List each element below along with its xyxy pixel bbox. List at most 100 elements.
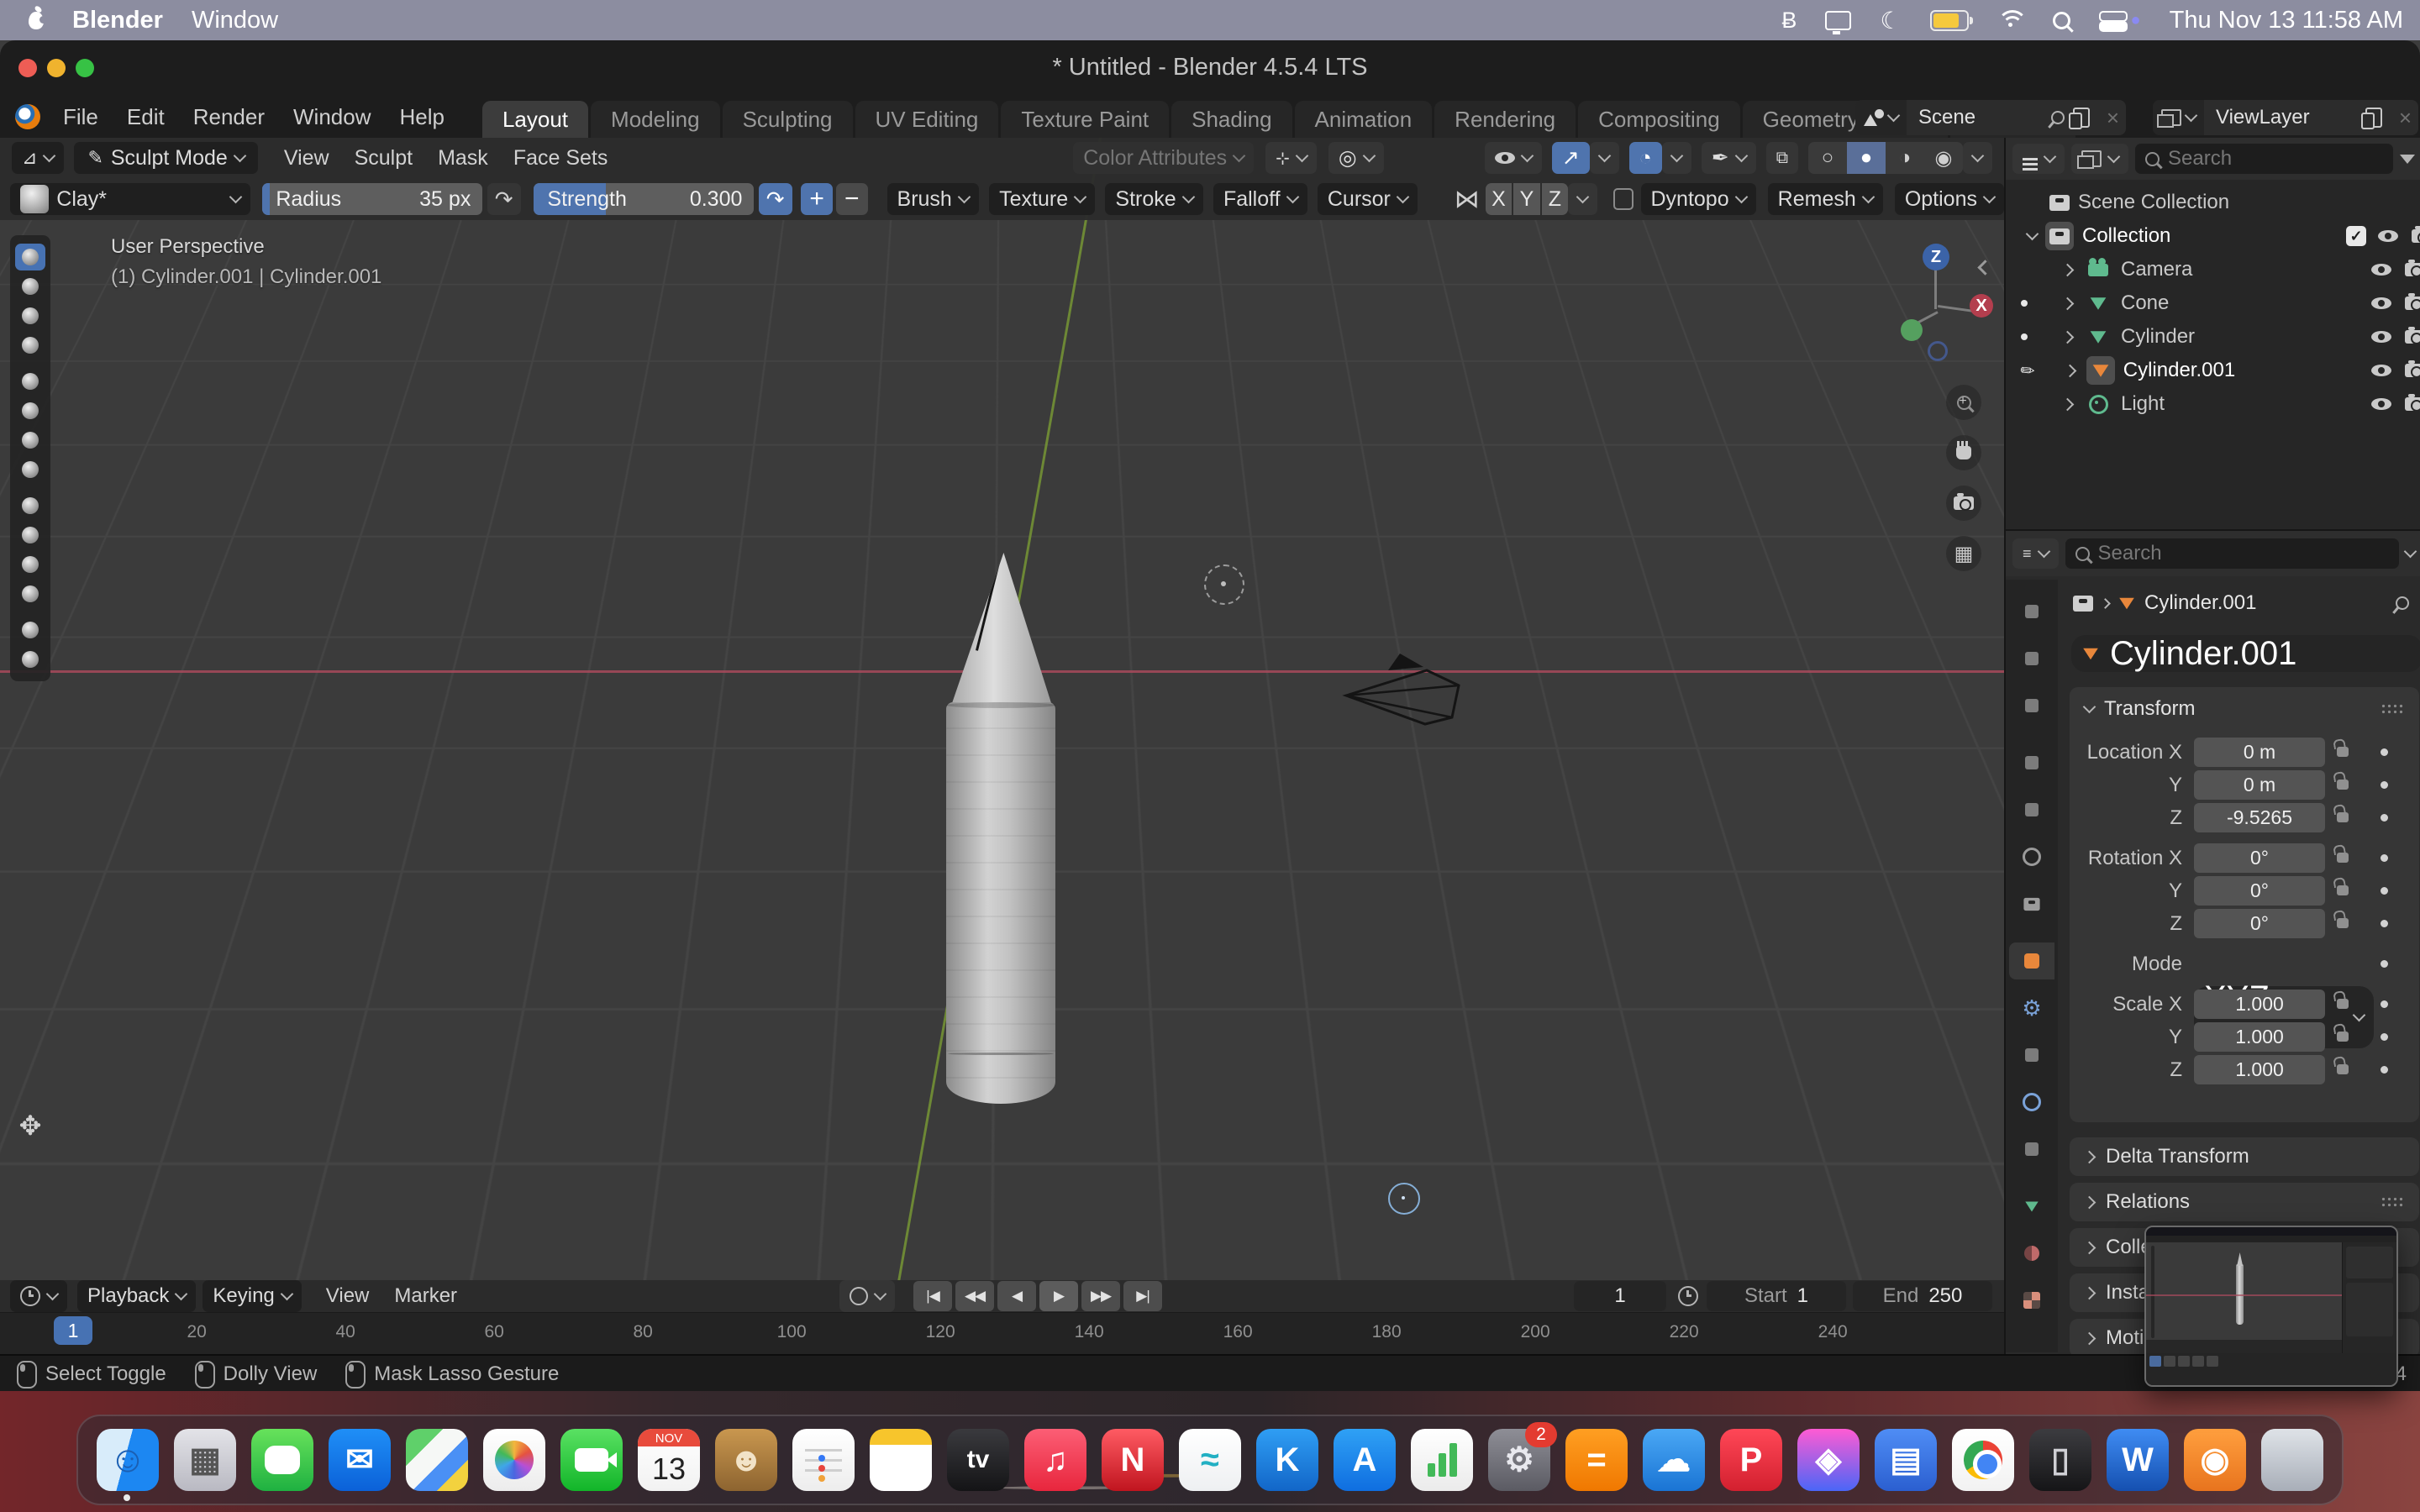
dock-notes[interactable] xyxy=(870,1429,932,1491)
dock-docs[interactable]: ▤ xyxy=(1875,1429,1937,1491)
falloff-panel-dropdown[interactable]: Falloff xyxy=(1213,183,1307,215)
overlays-toggle[interactable]: ◔ xyxy=(1629,142,1662,174)
subtract-direction-button[interactable]: − xyxy=(836,183,868,215)
dock-freeform[interactable]: ≈ xyxy=(1179,1429,1241,1491)
dock-mail[interactable]: ✉ xyxy=(329,1429,391,1491)
transform-title[interactable]: Transform xyxy=(2104,697,2195,721)
dock-photos[interactable] xyxy=(483,1429,545,1491)
wifi-icon[interactable] xyxy=(1997,10,2024,30)
dock-reminders[interactable] xyxy=(792,1429,855,1491)
visibility-eye-icon[interactable] xyxy=(2371,398,2391,410)
properties-tab-scene[interactable] xyxy=(2009,791,2054,828)
snap-widget[interactable]: ⊹ xyxy=(1265,142,1317,174)
dyntopo-dropdown[interactable]: Dyntopo xyxy=(1641,183,1756,215)
focus-moon-icon[interactable]: ☾ xyxy=(1880,7,1901,34)
dock-capture[interactable]: ▯ xyxy=(2029,1429,2091,1491)
dock-music[interactable]: ♫ xyxy=(1024,1429,1086,1491)
timeline-ruler[interactable]: 1 20406080100120140160180200220240 xyxy=(0,1312,2004,1355)
properties-tab-output[interactable] xyxy=(2009,687,2054,724)
gizmos-dropdown[interactable] xyxy=(1590,142,1619,174)
brush-panel-dropdown[interactable]: Brush xyxy=(887,183,979,215)
dock-calculator[interactable]: = xyxy=(1565,1429,1628,1491)
properties-tab-render[interactable] xyxy=(2009,640,2054,677)
render-visibility-icon[interactable] xyxy=(2405,330,2420,344)
transform-field-5[interactable]: 0° xyxy=(2194,909,2325,938)
properties-tab-object-data[interactable] xyxy=(2009,1188,2054,1225)
dock-settings[interactable]: ⚙2 xyxy=(1488,1429,1550,1491)
tool-flatten[interactable] xyxy=(15,492,45,519)
frame-start-field[interactable]: Start1 xyxy=(1707,1281,1846,1311)
dock-calendar[interactable]: NOV13 xyxy=(638,1429,700,1491)
lock-icon[interactable] xyxy=(2337,1064,2349,1074)
animate-dot[interactable] xyxy=(2381,748,2388,756)
menubar-clock[interactable]: Thu Nov 13 11:58 AM xyxy=(2170,7,2403,34)
animate-dot[interactable] xyxy=(2381,1000,2388,1008)
lock-icon[interactable] xyxy=(2337,999,2349,1009)
dock-launchpad[interactable]: ▦ xyxy=(174,1429,236,1491)
viewlayer-remove-icon[interactable]: × xyxy=(2392,105,2418,131)
properties-tab-material[interactable] xyxy=(2009,1235,2054,1272)
outliner-collection-row[interactable]: Collection✓ xyxy=(2006,220,2420,252)
menu-sculpt[interactable]: Sculpt xyxy=(342,146,425,171)
properties-tab-tool[interactable] xyxy=(2009,593,2054,630)
gizmo-minus-z-axis[interactable] xyxy=(1928,341,1948,361)
tab-texture-paint[interactable]: Texture Paint xyxy=(1001,101,1169,138)
timeline-view-menu[interactable]: View xyxy=(313,1284,382,1308)
gizmo-z-axis[interactable]: Z xyxy=(1923,244,1949,270)
timeline-editor-button[interactable] xyxy=(10,1280,67,1312)
menu-file[interactable]: File xyxy=(49,104,113,130)
dock-facetime[interactable] xyxy=(560,1429,623,1491)
gizmos-toggle[interactable]: ↗ xyxy=(1552,142,1590,174)
proportional-edit-widget[interactable]: ◎ xyxy=(1328,142,1384,174)
transform-field-4[interactable]: 0° xyxy=(2194,876,2325,906)
menu-mask[interactable]: Mask xyxy=(425,146,501,171)
menubar-window-menu[interactable]: Window xyxy=(192,7,278,34)
lock-icon[interactable] xyxy=(2337,747,2349,757)
properties-tab-world[interactable] xyxy=(2009,838,2054,875)
properties-editor-button[interactable]: ≡ xyxy=(2012,538,2059,569)
dock-word[interactable]: W xyxy=(2107,1429,2169,1491)
outliner-filter-icon[interactable] xyxy=(2400,155,2415,164)
properties-tab-constraints[interactable] xyxy=(2009,1131,2054,1168)
animate-dot[interactable] xyxy=(2381,1033,2388,1041)
keying-menu[interactable]: Keying xyxy=(203,1280,301,1312)
tool-layer[interactable] xyxy=(15,368,45,395)
dock-netflix[interactable]: N xyxy=(1102,1429,1164,1491)
tool-pose[interactable] xyxy=(15,646,45,673)
dock-weather[interactable]: ☁ xyxy=(1643,1429,1705,1491)
shading-solid-button[interactable]: ● xyxy=(1847,142,1886,174)
shading-wireframe-button[interactable]: ○ xyxy=(1808,142,1847,174)
cursor-panel-dropdown[interactable]: Cursor xyxy=(1318,183,1418,215)
spotlight-icon[interactable] xyxy=(2053,12,2070,29)
lock-icon[interactable] xyxy=(2337,780,2349,790)
visibility-eye-icon[interactable] xyxy=(2378,230,2398,242)
section-delta-transform[interactable]: Delta Transform xyxy=(2070,1137,2419,1176)
timeline-marker-menu[interactable]: Marker xyxy=(381,1284,470,1308)
outliner-item-cylinder[interactable]: Cylinder xyxy=(2006,321,2420,353)
transform-field-9[interactable]: 1.000 xyxy=(2194,1055,2325,1084)
lock-icon[interactable] xyxy=(2337,918,2349,928)
outliner-editor-button[interactable] xyxy=(2012,144,2065,174)
navigation-gizmo[interactable]: Z X xyxy=(1882,240,1991,366)
texture-panel-dropdown[interactable]: Texture xyxy=(989,183,1095,215)
properties-tab-collection[interactable] xyxy=(2009,885,2054,922)
menu-help[interactable]: Help xyxy=(385,104,458,130)
current-frame-marker[interactable]: 1 xyxy=(54,1316,92,1345)
dock-apple-tv[interactable]: tv xyxy=(947,1429,1009,1491)
object-name-field[interactable]: Cylinder.001 xyxy=(2071,635,2420,672)
properties-tab-particles[interactable] xyxy=(2009,1037,2054,1074)
radius-slider[interactable]: Radius35 px xyxy=(262,183,482,215)
section-drag-handle[interactable] xyxy=(2381,1196,2404,1208)
properties-tab-modifiers[interactable]: ⚙ xyxy=(2009,990,2054,1026)
lock-icon[interactable] xyxy=(2337,812,2349,822)
dock-app-store[interactable]: A xyxy=(1334,1429,1396,1491)
menu-edit[interactable]: Edit xyxy=(113,104,179,130)
tab-rendering[interactable]: Rendering xyxy=(1434,101,1576,138)
sun-light-gizmo[interactable] xyxy=(1204,564,1244,605)
tool-clay[interactable] xyxy=(15,302,45,329)
strength-slider[interactable]: Strength0.300 xyxy=(534,183,754,215)
mirror-y-toggle[interactable]: Y xyxy=(1513,183,1539,215)
outliner-root-row[interactable]: Scene Collection xyxy=(2006,186,2420,218)
show-object-types-dropdown[interactable] xyxy=(1485,142,1542,174)
transform-field-8[interactable]: 1.000 xyxy=(2194,1022,2325,1052)
